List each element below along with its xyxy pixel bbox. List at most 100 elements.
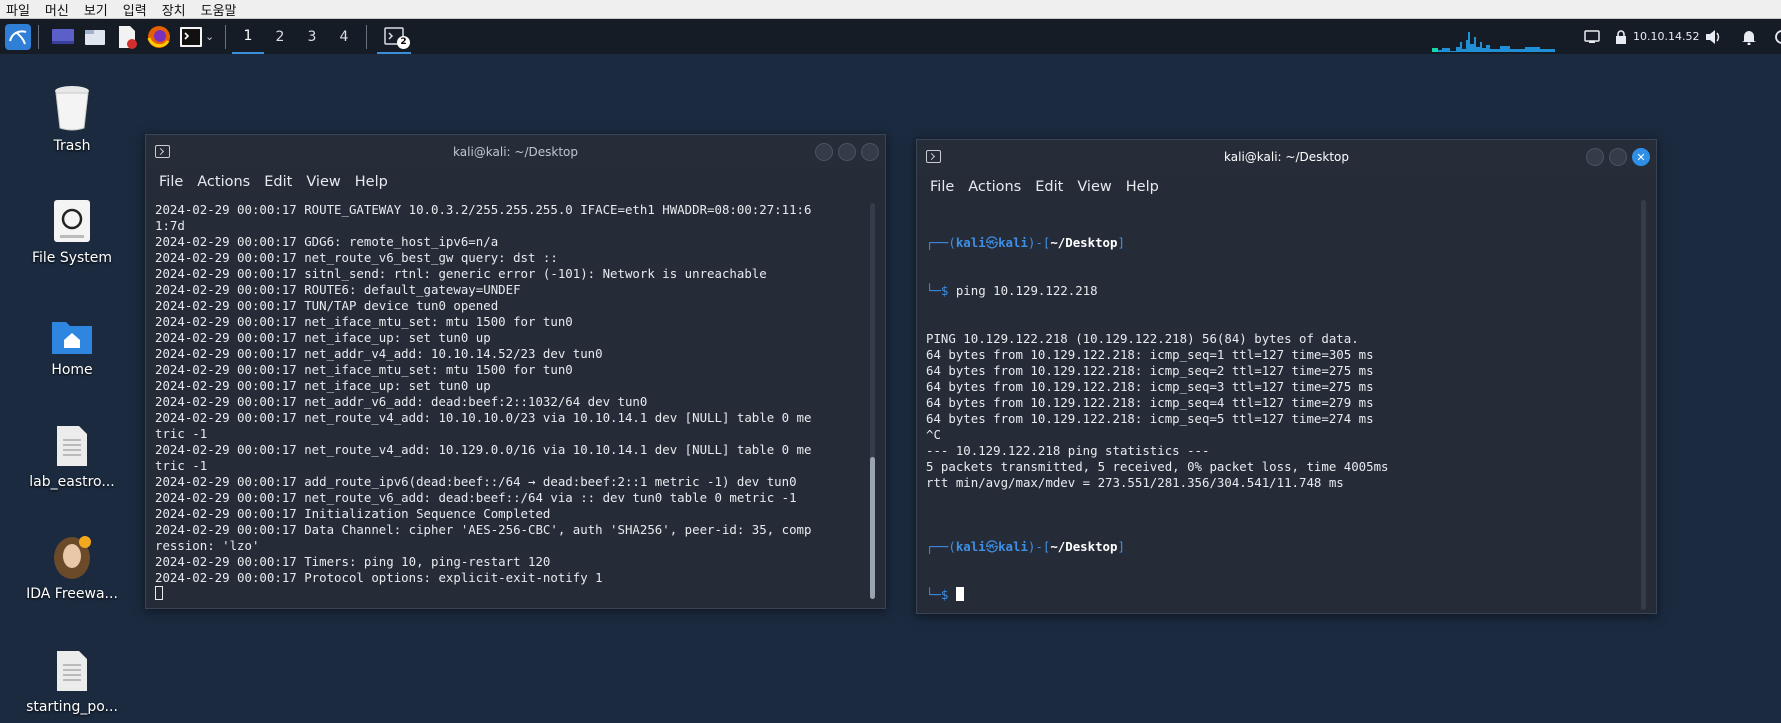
- show-desktop-icon[interactable]: [49, 23, 77, 51]
- menu-edit[interactable]: Edit: [1035, 179, 1063, 195]
- terminal-window-right[interactable]: kali@kali: ~/Desktop ✕ File Actions Edit…: [916, 139, 1657, 614]
- terminal-line: 2024-02-29 00:00:17 add_route_ipv6(dead:…: [155, 474, 797, 489]
- prompt-line: ┌──(kali㉿kali)-[~/Desktop]: [926, 235, 1125, 250]
- top-panel: ⌄ 1 2 3 4 2 10.10.14.52: [0, 19, 1781, 54]
- terminal-line: 2024-02-29 00:00:17 TUN/TAP device tun0 …: [155, 298, 499, 313]
- terminal-output[interactable]: 2024-02-29 00:00:17 ROUTE_GATEWAY 10.0.3…: [146, 195, 885, 602]
- terminal-line: 2024-02-29 00:00:17 net_route_v6_best_gw…: [155, 250, 558, 265]
- firefox-icon[interactable]: [145, 23, 173, 51]
- taskbar-terminal-group[interactable]: 2: [377, 19, 411, 54]
- notification-bell-icon[interactable]: [1741, 19, 1757, 54]
- terminal-line: 2024-02-29 00:00:17 Protocol options: ex…: [155, 570, 603, 585]
- terminal-line: 64 bytes from 10.129.122.218: icmp_seq=3…: [926, 379, 1374, 394]
- scrollbar-track[interactable]: [1641, 200, 1646, 610]
- terminal-line: tric -1: [155, 458, 208, 473]
- terminal-line: 2024-02-29 00:00:17 ROUTE6: default_gate…: [155, 282, 521, 297]
- menu-actions[interactable]: Actions: [197, 174, 250, 190]
- scrollbar-thumb[interactable]: [870, 457, 875, 599]
- text-editor-icon[interactable]: [113, 23, 141, 51]
- desktop-icon-label: starting_po...: [26, 699, 118, 715]
- desktop-icon-trash[interactable]: Trash: [14, 76, 130, 154]
- vm-menu-item[interactable]: 머신: [45, 0, 69, 19]
- vm-menu-item[interactable]: 장치: [162, 0, 186, 19]
- terminal-window-left[interactable]: kali@kali: ~/Desktop File Actions Edit V…: [145, 134, 886, 609]
- terminal-line: --- 10.129.122.218 ping statistics ---: [926, 443, 1210, 458]
- terminal-line: 2024-02-29 00:00:17 Data Channel: cipher…: [155, 522, 812, 537]
- terminal-menubar: File Actions Edit View Help: [146, 169, 885, 195]
- terminal-line: 2024-02-29 00:00:17 net_addr_v6_add: dea…: [155, 394, 648, 409]
- desktop-icon-label: Trash: [53, 138, 91, 154]
- terminal-launcher-icon[interactable]: [177, 23, 205, 51]
- input-line[interactable]: [155, 586, 885, 602]
- terminal-line: 5 packets transmitted, 5 received, 0% pa…: [926, 459, 1389, 474]
- desktop-icon-label: Home: [51, 362, 93, 378]
- menu-help[interactable]: Help: [1126, 179, 1159, 195]
- terminal-line: 2024-02-29 00:00:17 net_iface_mtu_set: m…: [155, 362, 573, 377]
- desktop-icon-lab-file[interactable]: lab_eastro...: [14, 412, 130, 490]
- desktop-icon-label: File System: [31, 250, 113, 266]
- vm-menu-item[interactable]: 보기: [84, 0, 108, 19]
- vm-menu-item[interactable]: 도움말: [201, 0, 237, 19]
- window-count-badge: 2: [397, 36, 410, 49]
- menu-file[interactable]: File: [930, 179, 954, 195]
- terminal-line: 64 bytes from 10.129.122.218: icmp_seq=4…: [926, 395, 1374, 410]
- terminal-line: ^C: [926, 427, 941, 442]
- window-titlebar[interactable]: kali@kali: ~/Desktop ✕: [917, 140, 1656, 174]
- ping-output: PING 10.129.122.218 (10.129.122.218) 56(…: [926, 331, 1656, 507]
- input-line[interactable]: └─$: [926, 587, 1656, 603]
- vpn-lock-icon[interactable]: [1614, 19, 1628, 54]
- text-cursor: [955, 587, 964, 601]
- cpu-graph: [1430, 19, 1580, 54]
- power-icon[interactable]: [1774, 19, 1781, 54]
- menu-actions[interactable]: Actions: [968, 179, 1021, 195]
- terminal-output[interactable]: ┌──(kali㉿kali)-[~/Desktop] └─$ ping 10.1…: [917, 200, 1656, 635]
- terminal-icon: [926, 150, 941, 163]
- maximize-button[interactable]: [838, 143, 856, 161]
- terminal-line: ression: 'lzo': [155, 538, 260, 553]
- terminal-line: 2024-02-29 00:00:17 net_addr_v4_add: 10.…: [155, 346, 603, 361]
- window-titlebar[interactable]: kali@kali: ~/Desktop: [146, 135, 885, 169]
- desktop-icon-home[interactable]: Home: [14, 300, 130, 378]
- desktop-icon-label: lab_eastro...: [29, 474, 115, 490]
- workspace-4[interactable]: 4: [328, 19, 360, 54]
- file-manager-icon[interactable]: [81, 23, 109, 51]
- terminal-line: tric -1: [155, 426, 208, 441]
- maximize-button[interactable]: [1609, 148, 1627, 166]
- workspace-1[interactable]: 1: [232, 19, 264, 54]
- close-button[interactable]: [861, 143, 879, 161]
- menu-file[interactable]: File: [159, 174, 183, 190]
- menu-edit[interactable]: Edit: [264, 174, 292, 190]
- display-icon[interactable]: [1584, 19, 1600, 54]
- workspace-2[interactable]: 2: [264, 19, 296, 54]
- kali-menu-icon[interactable]: [4, 23, 32, 51]
- terminal-line: 2024-02-29 00:00:17 net_route_v6_add: de…: [155, 490, 797, 505]
- desktop-icon-file-system[interactable]: File System: [14, 188, 130, 266]
- terminal-line: 2024-02-29 00:00:17 net_route_v4_add: 10…: [155, 410, 812, 425]
- panel-separator: [366, 24, 367, 49]
- desktop-icon-starting-file[interactable]: starting_po...: [14, 637, 130, 715]
- terminal-line: 2024-02-29 00:00:17 net_iface_mtu_set: m…: [155, 314, 573, 329]
- trash-icon: [55, 86, 89, 131]
- window-title: kali@kali: ~/Desktop: [1224, 150, 1349, 164]
- vm-menu-item[interactable]: 파일: [6, 0, 30, 19]
- terminal-line: 1:7d: [155, 218, 185, 233]
- prompt-line: ┌──(kali㉿kali)-[~/Desktop]: [926, 539, 1125, 554]
- menu-view[interactable]: View: [306, 174, 340, 190]
- minimize-button[interactable]: [815, 143, 833, 161]
- workspace-3[interactable]: 3: [296, 19, 328, 54]
- volume-icon[interactable]: [1705, 19, 1723, 54]
- chevron-down-icon[interactable]: ⌄: [205, 30, 219, 43]
- ida-icon: [54, 536, 91, 579]
- panel-separator: [225, 24, 226, 49]
- menu-help[interactable]: Help: [355, 174, 388, 190]
- text-file-icon: [57, 651, 87, 691]
- terminal-line: 64 bytes from 10.129.122.218: icmp_seq=1…: [926, 347, 1374, 362]
- terminal-line: 2024-02-29 00:00:17 GDG6: remote_host_ip…: [155, 234, 499, 249]
- menu-view[interactable]: View: [1077, 179, 1111, 195]
- desktop-icon-ida[interactable]: IDA Freewa...: [14, 524, 130, 602]
- minimize-button[interactable]: [1586, 148, 1604, 166]
- close-button[interactable]: ✕: [1632, 148, 1650, 166]
- vm-menu-item[interactable]: 입력: [123, 0, 147, 19]
- ip-address: 10.10.14.52: [1633, 30, 1700, 43]
